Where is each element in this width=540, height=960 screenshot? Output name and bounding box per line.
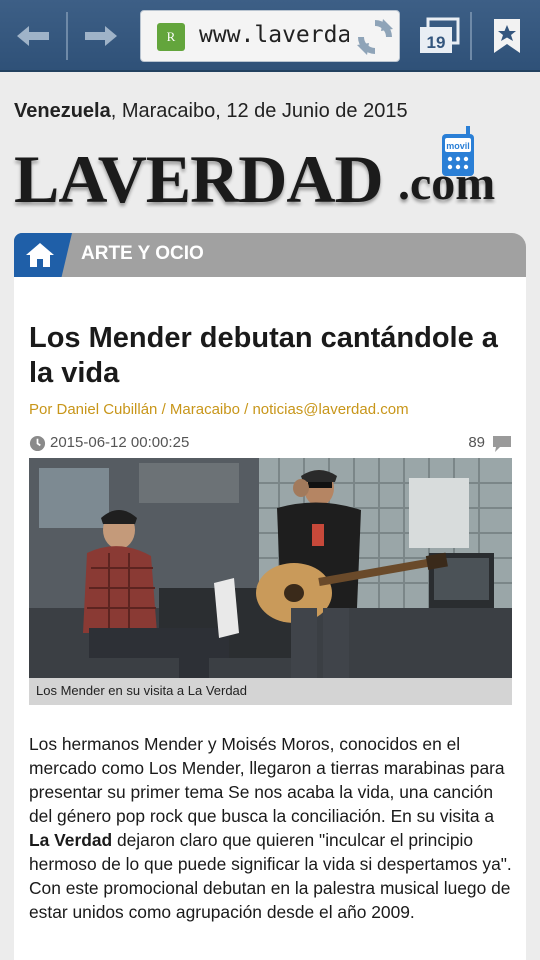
logo-badge: movil <box>446 141 470 151</box>
article-body: Los hermanos Mender y Moisés Moros, cono… <box>29 732 513 924</box>
article-meta: 2015-06-12 00:00:25 89 <box>29 434 512 454</box>
article-photo[interactable] <box>29 458 512 678</box>
site-logo[interactable]: LAVERDAD .com movil <box>14 126 514 220</box>
photo-caption-bar: Los Mender en su visita a La Verdad <box>29 678 512 705</box>
url-text[interactable]: www.laverdad.com <box>199 22 349 48</box>
dateline-country: Venezuela <box>14 100 111 122</box>
bookmark-button[interactable] <box>482 12 532 60</box>
article-timestamp: 2015-06-12 00:00:25 <box>50 434 190 451</box>
tab-count: 19 <box>427 33 446 52</box>
photo-caption: Los Mender en su visita a La Verdad <box>36 683 248 698</box>
article-byline[interactable]: Por Daniel Cubillán / Maracaibo / notici… <box>29 401 409 418</box>
body-text-part1: Los hermanos Mender y Moisés Moros, cono… <box>29 734 505 826</box>
tabs-icon: 19 <box>420 17 460 53</box>
logo-main: LAVERDAD <box>14 141 384 217</box>
browser-toolbar: R www.laverdad.com 19 <box>0 0 540 72</box>
reload-button[interactable] <box>355 17 395 57</box>
toolbar-divider <box>470 12 472 60</box>
body-text-bold: La Verdad <box>29 830 113 850</box>
comment-count[interactable]: 89 <box>468 434 485 451</box>
reload-icon <box>357 19 393 55</box>
article-card: Los Mender debutan cantándole a la vida … <box>14 277 526 960</box>
back-arrow-icon <box>17 26 49 46</box>
forward-button[interactable] <box>76 12 126 60</box>
clock-icon <box>29 435 46 452</box>
dateline-place-date: , Maracaibo, 12 de Junio de 2015 <box>110 100 408 122</box>
bookmark-icon <box>494 19 520 53</box>
article-title: Los Mender debutan cantándole a la vida <box>29 322 498 389</box>
phone-icon: movil <box>442 126 474 176</box>
section-bar: ARTE Y OCIO <box>14 233 526 277</box>
home-icon <box>26 243 54 267</box>
toolbar-divider <box>66 12 68 60</box>
photo-image <box>29 458 512 678</box>
home-button[interactable] <box>14 233 72 277</box>
site-favicon: R <box>157 23 185 51</box>
section-label[interactable]: ARTE Y OCIO <box>81 243 204 265</box>
tabs-button[interactable]: 19 <box>412 12 462 60</box>
url-bar[interactable]: R www.laverdad.com <box>140 10 400 62</box>
back-button[interactable] <box>8 12 58 60</box>
dateline: Venezuela, Maracaibo, 12 de Junio de 201… <box>14 100 408 123</box>
forward-arrow-icon <box>85 26 117 46</box>
comment-icon[interactable] <box>492 435 512 453</box>
